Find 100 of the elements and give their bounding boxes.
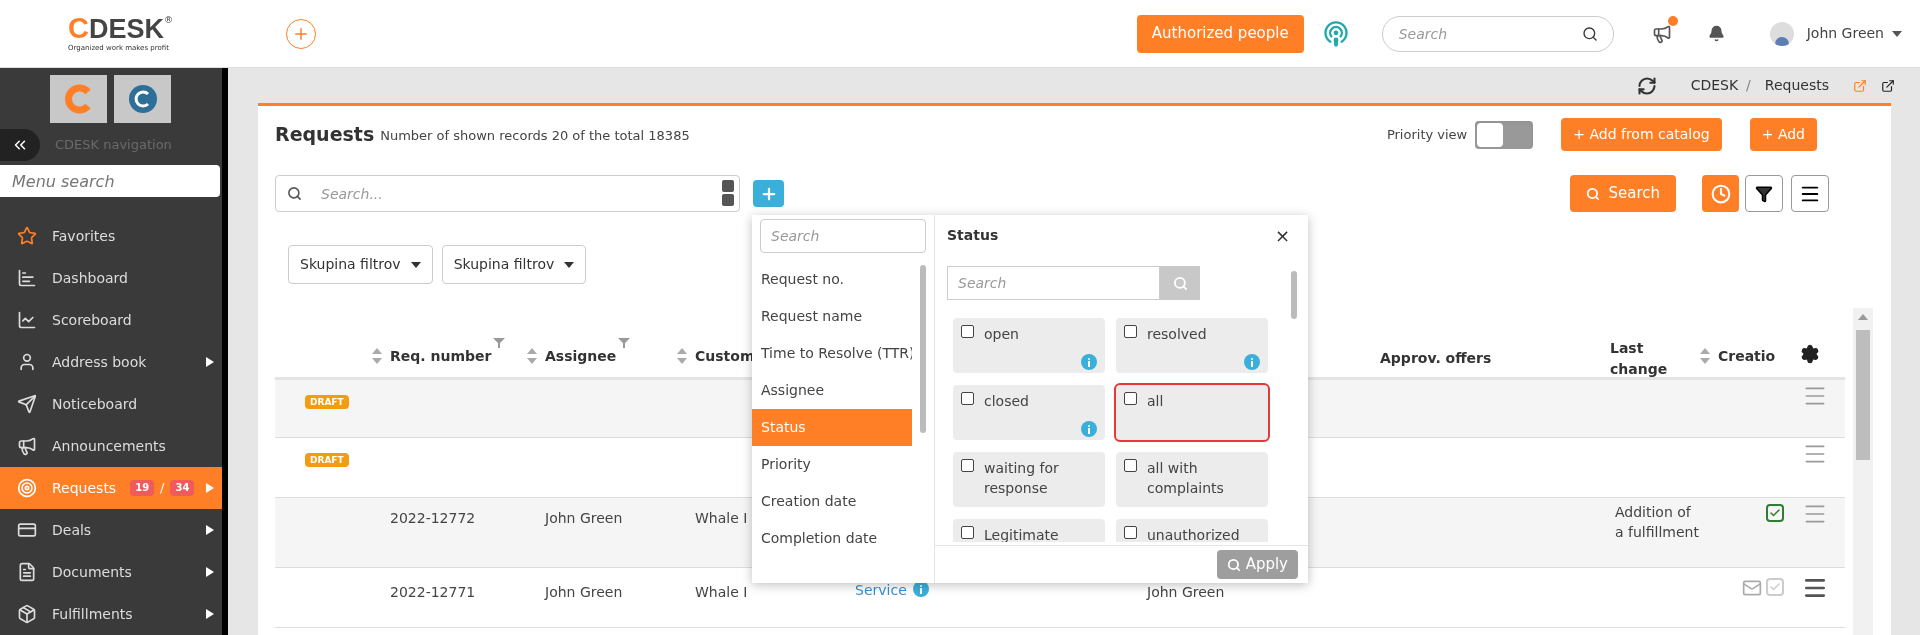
filter-icon[interactable] [493, 337, 506, 348]
scrollbar-thumb[interactable] [1856, 330, 1870, 460]
megaphone-icon[interactable] [1651, 23, 1672, 44]
column-header[interactable]: Creatio [1700, 335, 1792, 367]
filter-group-dropdown[interactable]: Skupina filtrov [288, 245, 433, 284]
filter-group-dropdown[interactable]: Skupina filtrov [441, 245, 587, 284]
refresh-icon[interactable] [1636, 75, 1657, 96]
status-option[interactable]: Legitimate [951, 517, 1107, 542]
menu-button[interactable] [1791, 175, 1829, 212]
sidebar-item[interactable]: Favorites [0, 215, 222, 257]
records-count: Number of shown records 20 of the total 18385 [380, 127, 690, 146]
close-button[interactable]: × [1274, 226, 1290, 245]
status-option[interactable]: resolved [1114, 316, 1270, 375]
search-icon [1226, 557, 1241, 572]
add-filter-button[interactable] [753, 180, 784, 207]
mode-toggle-icon[interactable] [722, 180, 734, 206]
status-search-field[interactable]: Search [947, 266, 1160, 300]
breadcrumb-link[interactable]: Requests [1764, 75, 1829, 96]
assignee-cell: John Green [545, 510, 623, 526]
column-menu-item[interactable]: Request name [752, 298, 912, 335]
podcast-icon[interactable] [1321, 19, 1350, 48]
app-logo-tile[interactable] [114, 75, 171, 123]
info-icon[interactable] [1081, 354, 1097, 370]
sidebar-item[interactable]: Deals [0, 509, 222, 551]
open-in-new-window-icon[interactable] [1853, 78, 1867, 93]
avatar[interactable] [1769, 21, 1794, 46]
status-option[interactable]: all [1114, 383, 1270, 442]
collapse-button[interactable] [0, 129, 40, 161]
bell-icon[interactable] [1707, 25, 1725, 42]
sidebar-item[interactable]: Noticeboard [0, 383, 222, 425]
column-header[interactable]: Assignee [527, 335, 633, 369]
person-icon [17, 352, 37, 372]
badge-separator: / [160, 479, 165, 498]
column-menu-item[interactable]: Completion date [752, 520, 912, 557]
last-change-cell-text: Addition of a fulfillment [1615, 503, 1700, 542]
column-header[interactable]: Req. number [372, 335, 508, 369]
status-option-label: closed [984, 392, 1029, 411]
filter-button[interactable] [1745, 175, 1783, 212]
breadcrumb-link[interactable]: CDESK [1690, 75, 1739, 96]
menu-search-field[interactable]: Menu search [0, 165, 220, 197]
status-option-label: all with complaints [1147, 459, 1225, 498]
sidebar-item[interactable]: Documents [0, 551, 222, 593]
external-link-icon[interactable] [1881, 78, 1895, 93]
box-icon [17, 604, 37, 624]
expand-caret-icon [206, 483, 214, 493]
sort-icon[interactable] [677, 348, 687, 365]
sort-icon[interactable] [527, 348, 537, 365]
status-option-label: resolved [1147, 325, 1207, 344]
draft-badge: DRAFT [305, 453, 349, 467]
column-header[interactable]: Approv. offers [1380, 337, 1508, 369]
sidebar-item[interactable]: Address book [0, 341, 222, 383]
card-icon [17, 520, 37, 540]
sort-icon[interactable] [372, 348, 382, 365]
type-link[interactable]: Service [855, 580, 907, 627]
sidebar-item[interactable]: Fulfillments [0, 593, 222, 635]
filter-icon[interactable] [618, 337, 631, 348]
records-search-field[interactable]: Search... [275, 175, 740, 212]
app-logo-tile[interactable] [50, 75, 107, 123]
sort-icon[interactable] [1700, 348, 1710, 365]
expand-caret-icon [206, 525, 214, 535]
status-option[interactable]: open [951, 316, 1107, 375]
priority-view-toggle[interactable] [1475, 120, 1534, 149]
checkbox[interactable] [961, 526, 974, 539]
status-option-label: open [984, 325, 1019, 344]
info-icon[interactable] [1244, 354, 1260, 370]
status-option-label: waiting for response [984, 459, 1060, 498]
checkbox[interactable] [1124, 526, 1137, 539]
mail-icon[interactable] [1742, 578, 1762, 598]
column-menu-item[interactable]: Creation date [752, 483, 912, 520]
info-icon[interactable] [1081, 421, 1097, 437]
sidebar-item[interactable]: Dashboard [0, 257, 222, 299]
request-number[interactable]: 2022-12772 [390, 510, 476, 526]
apply-button: Apply [1216, 550, 1298, 579]
panel-title: Status [947, 226, 999, 245]
sidebar-item[interactable]: Scoreboard [0, 299, 222, 341]
status-option[interactable]: closed [951, 383, 1107, 442]
checkbox[interactable] [961, 392, 974, 405]
header-search-field[interactable]: Search [1381, 15, 1614, 52]
customer-cell: Whale I [695, 510, 748, 526]
column-menu-item[interactable]: Assignee [752, 372, 912, 409]
status-option[interactable]: all with complaints [1114, 450, 1270, 509]
user-name[interactable]: John Green [1806, 23, 1884, 44]
column-search-field[interactable]: Search [760, 219, 926, 253]
settings-icon[interactable] [1800, 343, 1820, 364]
checkbox[interactable] [1124, 325, 1137, 338]
search-icon[interactable] [1581, 25, 1598, 42]
bar-chart-icon [17, 268, 37, 288]
approval-checkbox[interactable] [1766, 504, 1784, 522]
checkbox[interactable] [1124, 459, 1137, 472]
column-menu-item[interactable]: Request no. [752, 261, 912, 298]
checkbox[interactable] [1124, 392, 1137, 405]
sidebar-item[interactable]: Announcements [0, 425, 222, 467]
history-button[interactable] [1702, 175, 1739, 212]
checkbox[interactable] [961, 325, 974, 338]
column-menu-item[interactable]: Priority [752, 446, 912, 483]
status-option[interactable]: waiting for response [951, 450, 1107, 509]
status-option[interactable]: unauthorized [1114, 517, 1270, 542]
request-number[interactable]: 2022-12771 [390, 584, 476, 600]
checkbox[interactable] [961, 459, 974, 472]
column-header[interactable]: Last change [1610, 327, 1700, 380]
